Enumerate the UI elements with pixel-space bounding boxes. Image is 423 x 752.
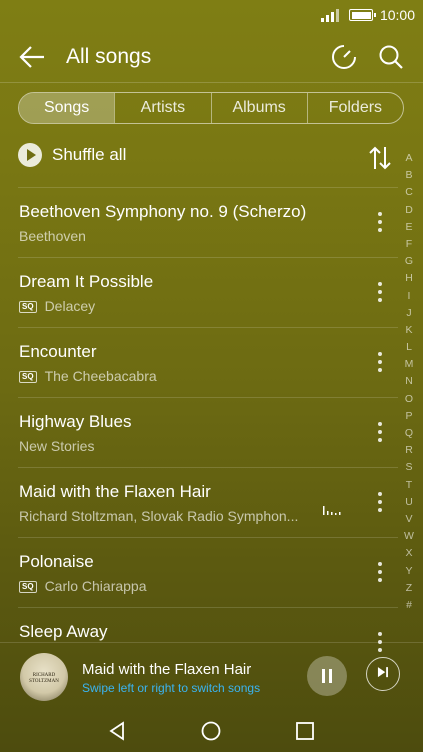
alphabet-letter[interactable]: A <box>398 150 420 167</box>
song-title: Dream It Possible <box>19 272 154 291</box>
page-title: All songs <box>66 45 152 68</box>
song-row[interactable]: Dream It Possible SQ Delacey <box>18 257 398 327</box>
tab-albums[interactable]: Albums <box>210 93 307 123</box>
now-playing-title: Maid with the Flaxen Hair <box>82 661 252 678</box>
alphabet-letter[interactable]: M <box>398 356 420 373</box>
shuffle-all-label: Shuffle all <box>52 145 127 164</box>
album-cover[interactable]: RICHARD STOLTZMAN <box>20 653 68 701</box>
status-time: 10:00 <box>379 7 415 23</box>
alphabet-letter[interactable]: E <box>398 219 420 236</box>
alphabet-letter[interactable]: U <box>398 494 420 511</box>
triangle-back-icon[interactable] <box>106 720 128 742</box>
square-recents-icon[interactable] <box>294 720 316 742</box>
song-artist: New Stories <box>19 438 95 454</box>
song-artist: Beethoven <box>19 228 86 244</box>
header-divider <box>0 82 423 83</box>
alphabet-letter[interactable]: # <box>398 597 420 614</box>
tab-bar: Songs Artists Albums Folders <box>18 92 404 124</box>
song-row-playing[interactable]: Maid with the Flaxen Hair Richard Stoltz… <box>18 467 398 537</box>
status-bar: 10:00 <box>0 0 423 32</box>
more-vert-icon[interactable] <box>378 282 382 304</box>
song-title: Sleep Away <box>19 622 108 641</box>
more-vert-icon[interactable] <box>378 212 382 234</box>
pause-icon <box>322 669 325 683</box>
song-row[interactable]: Highway Blues New Stories <box>18 397 398 467</box>
song-title: Beethoven Symphony no. 9 (Scherzo) <box>19 202 307 221</box>
song-title: Maid with the Flaxen Hair <box>19 482 211 501</box>
tab-folders[interactable]: Folders <box>306 93 403 123</box>
alphabet-letter[interactable]: F <box>398 236 420 253</box>
skip-next-button[interactable] <box>366 657 400 691</box>
search-icon[interactable] <box>377 43 405 71</box>
song-row[interactable]: Beethoven Symphony no. 9 (Scherzo) Beeth… <box>18 187 398 257</box>
alphabet-letter[interactable]: Y <box>398 563 420 580</box>
alphabet-letter[interactable]: O <box>398 391 420 408</box>
alphabet-letter[interactable]: T <box>398 477 420 494</box>
alphabet-letter[interactable]: L <box>398 339 420 356</box>
sort-icon[interactable] <box>368 145 392 171</box>
alphabet-letter[interactable]: K <box>398 322 420 339</box>
sq-badge: SQ <box>19 581 37 593</box>
song-title: Encounter <box>19 342 97 361</box>
signal-icon <box>321 9 339 22</box>
pause-button[interactable] <box>307 656 347 696</box>
alphabet-letter[interactable]: V <box>398 511 420 528</box>
app-bar: All songs <box>0 32 423 82</box>
song-row[interactable]: Encounter SQ The Cheebacabra <box>18 327 398 397</box>
song-artist: SQ Carlo Chiarappa <box>19 578 147 594</box>
system-nav-bar <box>0 710 423 752</box>
mini-player[interactable]: RICHARD STOLTZMAN Maid with the Flaxen H… <box>0 642 423 711</box>
alphabet-letter[interactable]: C <box>398 184 420 201</box>
skip-next-icon <box>377 667 388 678</box>
alphabet-letter[interactable]: P <box>398 408 420 425</box>
alphabet-letter[interactable]: I <box>398 288 420 305</box>
alphabet-letter[interactable]: W <box>398 528 420 545</box>
tab-songs[interactable]: Songs <box>19 93 115 123</box>
alphabet-letter[interactable]: B <box>398 167 420 184</box>
more-vert-icon[interactable] <box>378 352 382 374</box>
play-icon <box>18 143 42 167</box>
alphabet-letter[interactable]: J <box>398 305 420 322</box>
now-playing-hint: Swipe left or right to switch songs <box>82 681 261 695</box>
cover-text: RICHARD STOLTZMAN <box>29 673 59 684</box>
song-artist: SQ The Cheebacabra <box>19 368 157 384</box>
timer-icon[interactable] <box>330 43 358 71</box>
now-playing-equalizer-icon <box>323 506 341 515</box>
alphabet-letter[interactable]: G <box>398 253 420 270</box>
alphabet-letter[interactable]: X <box>398 545 420 562</box>
song-artist: Richard Stoltzman, Slovak Radio Symphon.… <box>19 508 299 524</box>
alphabet-letter[interactable]: D <box>398 202 420 219</box>
song-artist: SQ Delacey <box>19 298 95 314</box>
circle-home-icon[interactable] <box>200 720 222 742</box>
alphabet-index[interactable]: A B C D E F G H I J K L M N O P Q R S T U V W X Y Z # <box>398 150 420 614</box>
alphabet-letter[interactable]: S <box>398 459 420 476</box>
alphabet-letter[interactable]: H <box>398 270 420 287</box>
alphabet-letter[interactable]: Q <box>398 425 420 442</box>
song-title: Polonaise <box>19 552 94 571</box>
song-title: Highway Blues <box>19 412 132 431</box>
battery-icon <box>349 9 376 21</box>
more-vert-icon[interactable] <box>378 492 382 514</box>
song-list: Beethoven Symphony no. 9 (Scherzo) Beeth… <box>0 187 398 677</box>
tab-artists[interactable]: Artists <box>114 93 210 123</box>
more-vert-icon[interactable] <box>378 562 382 584</box>
sq-badge: SQ <box>19 301 37 313</box>
alphabet-letter[interactable]: R <box>398 442 420 459</box>
sq-badge: SQ <box>19 371 37 383</box>
alphabet-letter[interactable]: N <box>398 373 420 390</box>
back-arrow-icon[interactable] <box>18 44 46 70</box>
alphabet-letter[interactable]: Z <box>398 580 420 597</box>
song-row[interactable]: Polonaise SQ Carlo Chiarappa <box>18 537 398 607</box>
more-vert-icon[interactable] <box>378 422 382 444</box>
